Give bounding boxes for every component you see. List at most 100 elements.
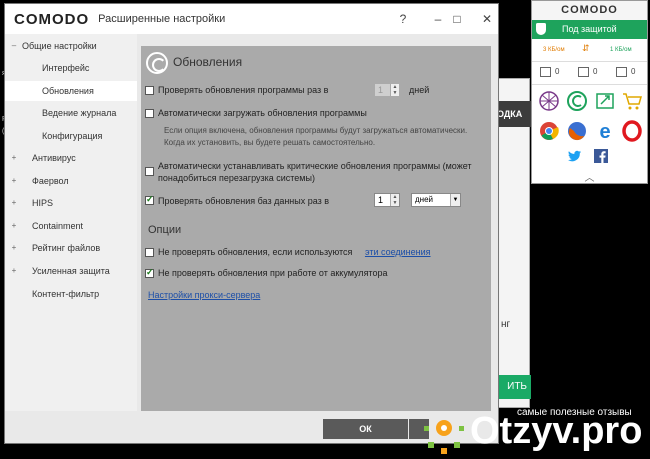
otzyv-logo-icon — [424, 420, 464, 454]
collapse-widget-icon[interactable]: ︿ — [532, 169, 647, 185]
chrome-icon[interactable] — [538, 120, 560, 142]
auto-install-critical-label: Автоматически устанавливать критические … — [158, 161, 472, 171]
internet-explorer-icon[interactable]: e — [594, 120, 616, 142]
spinner-arrows-icon[interactable]: ▲ ▼ — [390, 194, 399, 206]
check-program-updates-label: Проверять обновления программы раз в — [158, 85, 329, 95]
sidebar-item-hips[interactable]: + HIPS — [5, 193, 137, 213]
proxy-settings-link[interactable]: Настройки прокси-сервера — [148, 290, 260, 300]
no-check-battery-label: Не проверять обновления при работе от ак… — [158, 268, 388, 278]
ok-button[interactable]: ОК — [323, 419, 408, 439]
title-bar: COMODO Расширенные настройки ? – □ ✕ — [5, 4, 498, 34]
expand-icon: + — [11, 243, 17, 252]
connections-link[interactable]: эти соединения — [365, 247, 431, 257]
cart-icon[interactable] — [621, 90, 643, 112]
firefox-icon[interactable] — [566, 120, 588, 142]
sidebar-item-label: Контент-фильтр — [32, 289, 100, 299]
chevron-down-icon: ▼ — [450, 194, 460, 206]
sidebar-item-label: Рейтинг файлов — [32, 243, 101, 253]
sidebar-item-label: Интерфейс — [42, 63, 90, 73]
program-interval-value: 1 — [378, 85, 384, 95]
expand-icon: + — [11, 266, 17, 275]
widget-status-bar[interactable]: Под защитой — [532, 20, 647, 39]
widget-traffic: 3 КБ/ом ⇵ 1 КБ/ом — [532, 39, 647, 61]
shield-icon — [536, 23, 546, 35]
sidebar-item-updates[interactable]: Обновления — [5, 81, 137, 101]
check-db-updates-checkbox[interactable] — [145, 194, 154, 205]
virtual-desktop-icon[interactable] — [594, 90, 616, 112]
options-section-title: Опции — [148, 224, 182, 236]
sidebar-item-firewall[interactable]: + Фаервол — [5, 171, 137, 191]
opera-icon[interactable] — [621, 120, 643, 142]
comodo-widget: COMODO Под защитой 3 КБ/ом ⇵ 1 КБ/ом 0 0… — [531, 0, 648, 184]
auto-install-critical-checkbox[interactable] — [145, 167, 154, 176]
sidebar-item-label: Общие настройки — [22, 41, 97, 51]
expand-icon: + — [11, 176, 17, 185]
db-update-interval-input[interactable]: 1 ▲ ▼ — [374, 193, 400, 207]
sandbox-icon — [578, 67, 589, 77]
auto-download-label: Автоматически загружать обновления прогр… — [158, 108, 367, 118]
sidebar-item-label: Конфигурация — [42, 131, 103, 141]
expand-icon: + — [11, 198, 17, 207]
settings-sidebar: – Общие настройки Интерфейс Обновления В… — [5, 34, 137, 411]
web-icon[interactable] — [538, 90, 560, 112]
twitter-icon[interactable] — [568, 149, 582, 163]
background-dialog-text: нг — [501, 319, 511, 330]
sidebar-item-antivirus[interactable]: + Антивирус — [5, 148, 137, 168]
sidebar-item-label: HIPS — [32, 198, 54, 208]
traffic-in-value: 3 КБ/ом — [543, 47, 565, 53]
background-dialog-button[interactable]: ОДКА — [493, 101, 533, 127]
no-check-battery-checkbox[interactable] — [145, 267, 154, 278]
db-interval-value: 1 — [378, 195, 384, 205]
check-db-updates-label: Проверять обновления баз данных раз в — [158, 196, 330, 206]
collapse-icon: – — [11, 41, 17, 50]
no-check-connections-text: Не проверять обновления, если используют… — [158, 247, 353, 257]
file-icon — [616, 67, 627, 77]
auto-install-critical-label-2: понадобиться перезагрузка системы) — [158, 173, 315, 183]
widget-counters: 0 0 0 — [532, 61, 647, 85]
sidebar-item-logging[interactable]: Ведение журнала — [5, 103, 137, 123]
sidebar-item-file-rating[interactable]: + Рейтинг файлов — [5, 238, 137, 258]
panel-title: Обновления — [173, 55, 243, 69]
sidebar-item-label: Фаервол — [32, 176, 69, 186]
no-check-connections-checkbox[interactable] — [145, 248, 154, 257]
screen: я P (С ОДКА нг ИТЬ COMODO Расширенные на… — [0, 0, 650, 459]
close-button[interactable]: ✕ — [472, 4, 502, 34]
expand-icon: + — [11, 221, 17, 230]
sidebar-item-interface[interactable]: Интерфейс — [5, 58, 137, 78]
auto-download-checkbox[interactable] — [145, 109, 154, 118]
traffic-arrows-icon: ⇵ — [582, 43, 590, 53]
sidebar-item-general[interactable]: – Общие настройки — [5, 36, 137, 56]
sidebar-item-containment[interactable]: + Containment — [5, 216, 137, 236]
sidebar-item-configuration[interactable]: Конфигурация — [5, 126, 137, 146]
widget-brand: COMODO — [532, 1, 647, 20]
updates-icon — [146, 52, 168, 74]
db-interval-unit-select[interactable]: дней ▼ — [411, 193, 461, 207]
facebook-icon[interactable] — [594, 149, 608, 163]
auto-download-note: Если опция включена, обновления программ… — [164, 126, 468, 135]
firewall-icon — [540, 67, 551, 77]
maximize-button[interactable]: □ — [442, 4, 472, 34]
db-interval-unit-value: дней — [415, 195, 434, 204]
expand-icon: + — [11, 153, 17, 162]
help-button[interactable]: ? — [388, 4, 418, 34]
sidebar-item-label: Усиленная защита — [32, 266, 110, 276]
spinner-arrows-icon[interactable]: ▲ ▼ — [390, 84, 399, 96]
watermark-brand: Otzyv.pro — [470, 410, 643, 452]
sidebar-item-label: Ведение журнала — [42, 108, 117, 118]
advanced-settings-window: COMODO Расширенные настройки ? – □ ✕ – О… — [4, 3, 499, 444]
program-update-interval-input[interactable]: 1 ▲ ▼ — [374, 83, 400, 97]
program-interval-unit: дней — [409, 85, 430, 95]
check-program-updates-checkbox[interactable] — [145, 86, 154, 95]
comodo-icon[interactable] — [566, 90, 588, 112]
counter-value: 0 — [631, 67, 636, 76]
updates-panel: Обновления Проверять обновления программ… — [141, 46, 491, 411]
counter-value: 0 — [593, 67, 598, 76]
widget-status-text: Под защитой — [562, 24, 617, 34]
sidebar-item-label: Containment — [32, 221, 84, 231]
comodo-logo: COMODO — [14, 10, 90, 28]
sidebar-item-content-filter[interactable]: Контент-фильтр — [5, 284, 137, 304]
sidebar-item-label: Обновления — [42, 86, 94, 96]
counter-value: 0 — [555, 67, 560, 76]
sidebar-item-enhanced-protection[interactable]: + Усиленная защита — [5, 261, 137, 281]
window-title: Расширенные настройки — [98, 13, 226, 25]
